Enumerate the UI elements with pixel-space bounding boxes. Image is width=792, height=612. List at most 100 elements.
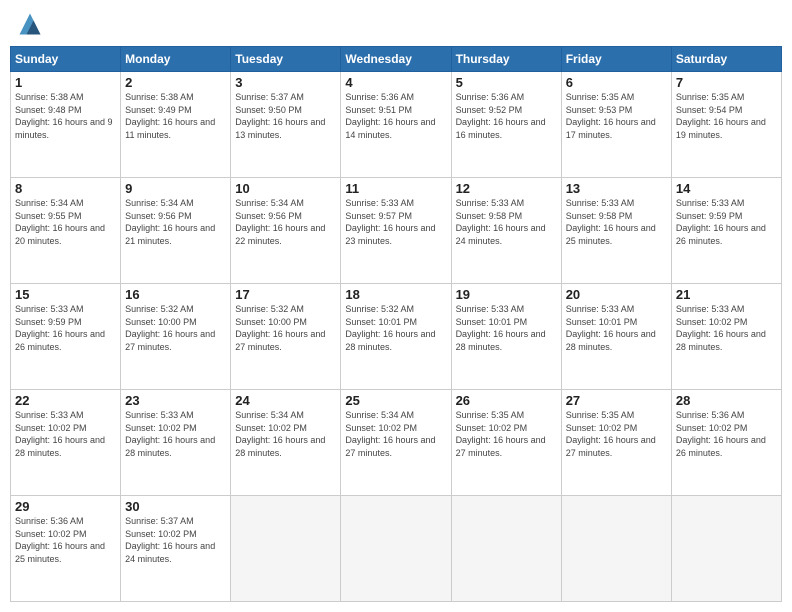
day-info: Sunrise: 5:32 AMSunset: 10:01 PMDaylight…	[345, 303, 446, 353]
calendar-cell: 20Sunrise: 5:33 AMSunset: 10:01 PMDaylig…	[561, 284, 671, 390]
calendar-cell	[231, 496, 341, 602]
day-number: 4	[345, 75, 446, 90]
day-info: Sunrise: 5:34 AMSunset: 9:56 PMDaylight:…	[235, 197, 336, 247]
calendar-cell: 8Sunrise: 5:34 AMSunset: 9:55 PMDaylight…	[11, 178, 121, 284]
day-number: 16	[125, 287, 226, 302]
col-header-friday: Friday	[561, 47, 671, 72]
col-header-monday: Monday	[121, 47, 231, 72]
day-number: 20	[566, 287, 667, 302]
day-number: 14	[676, 181, 777, 196]
day-number: 3	[235, 75, 336, 90]
day-info: Sunrise: 5:34 AMSunset: 10:02 PMDaylight…	[235, 409, 336, 459]
day-info: Sunrise: 5:35 AMSunset: 10:02 PMDaylight…	[566, 409, 667, 459]
day-info: Sunrise: 5:33 AMSunset: 10:01 PMDaylight…	[566, 303, 667, 353]
day-info: Sunrise: 5:36 AMSunset: 9:52 PMDaylight:…	[456, 91, 557, 141]
col-header-tuesday: Tuesday	[231, 47, 341, 72]
day-number: 9	[125, 181, 226, 196]
day-info: Sunrise: 5:33 AMSunset: 10:02 PMDaylight…	[676, 303, 777, 353]
calendar-week-1: 1Sunrise: 5:38 AMSunset: 9:48 PMDaylight…	[11, 72, 782, 178]
calendar-cell: 9Sunrise: 5:34 AMSunset: 9:56 PMDaylight…	[121, 178, 231, 284]
day-number: 22	[15, 393, 116, 408]
calendar-cell: 27Sunrise: 5:35 AMSunset: 10:02 PMDaylig…	[561, 390, 671, 496]
day-number: 23	[125, 393, 226, 408]
calendar-cell: 25Sunrise: 5:34 AMSunset: 10:02 PMDaylig…	[341, 390, 451, 496]
day-info: Sunrise: 5:36 AMSunset: 10:02 PMDaylight…	[15, 515, 116, 565]
day-info: Sunrise: 5:36 AMSunset: 10:02 PMDaylight…	[676, 409, 777, 459]
calendar-cell	[561, 496, 671, 602]
col-header-thursday: Thursday	[451, 47, 561, 72]
day-info: Sunrise: 5:36 AMSunset: 9:51 PMDaylight:…	[345, 91, 446, 141]
day-number: 1	[15, 75, 116, 90]
day-number: 7	[676, 75, 777, 90]
col-header-saturday: Saturday	[671, 47, 781, 72]
calendar-week-3: 15Sunrise: 5:33 AMSunset: 9:59 PMDayligh…	[11, 284, 782, 390]
calendar-body: 1Sunrise: 5:38 AMSunset: 9:48 PMDaylight…	[11, 72, 782, 602]
calendar-cell: 14Sunrise: 5:33 AMSunset: 9:59 PMDayligh…	[671, 178, 781, 284]
calendar-cell: 29Sunrise: 5:36 AMSunset: 10:02 PMDaylig…	[11, 496, 121, 602]
day-number: 17	[235, 287, 336, 302]
day-info: Sunrise: 5:34 AMSunset: 10:02 PMDaylight…	[345, 409, 446, 459]
calendar-cell: 23Sunrise: 5:33 AMSunset: 10:02 PMDaylig…	[121, 390, 231, 496]
calendar-cell: 17Sunrise: 5:32 AMSunset: 10:00 PMDaylig…	[231, 284, 341, 390]
day-number: 12	[456, 181, 557, 196]
calendar-cell	[671, 496, 781, 602]
calendar-week-2: 8Sunrise: 5:34 AMSunset: 9:55 PMDaylight…	[11, 178, 782, 284]
day-number: 30	[125, 499, 226, 514]
logo-icon	[14, 10, 46, 38]
day-info: Sunrise: 5:33 AMSunset: 9:57 PMDaylight:…	[345, 197, 446, 247]
calendar-cell: 26Sunrise: 5:35 AMSunset: 10:02 PMDaylig…	[451, 390, 561, 496]
col-header-wednesday: Wednesday	[341, 47, 451, 72]
day-info: Sunrise: 5:33 AMSunset: 9:58 PMDaylight:…	[566, 197, 667, 247]
calendar-table: SundayMondayTuesdayWednesdayThursdayFrid…	[10, 46, 782, 602]
calendar-cell: 5Sunrise: 5:36 AMSunset: 9:52 PMDaylight…	[451, 72, 561, 178]
calendar-cell: 6Sunrise: 5:35 AMSunset: 9:53 PMDaylight…	[561, 72, 671, 178]
day-number: 6	[566, 75, 667, 90]
day-number: 28	[676, 393, 777, 408]
calendar-cell: 1Sunrise: 5:38 AMSunset: 9:48 PMDaylight…	[11, 72, 121, 178]
day-info: Sunrise: 5:34 AMSunset: 9:56 PMDaylight:…	[125, 197, 226, 247]
logo	[14, 10, 50, 38]
calendar-cell: 2Sunrise: 5:38 AMSunset: 9:49 PMDaylight…	[121, 72, 231, 178]
day-info: Sunrise: 5:38 AMSunset: 9:49 PMDaylight:…	[125, 91, 226, 141]
calendar-cell: 16Sunrise: 5:32 AMSunset: 10:00 PMDaylig…	[121, 284, 231, 390]
day-info: Sunrise: 5:33 AMSunset: 9:59 PMDaylight:…	[15, 303, 116, 353]
calendar-cell: 3Sunrise: 5:37 AMSunset: 9:50 PMDaylight…	[231, 72, 341, 178]
calendar-cell: 12Sunrise: 5:33 AMSunset: 9:58 PMDayligh…	[451, 178, 561, 284]
day-number: 11	[345, 181, 446, 196]
calendar-cell: 24Sunrise: 5:34 AMSunset: 10:02 PMDaylig…	[231, 390, 341, 496]
day-number: 8	[15, 181, 116, 196]
calendar-cell	[451, 496, 561, 602]
calendar-cell: 15Sunrise: 5:33 AMSunset: 9:59 PMDayligh…	[11, 284, 121, 390]
calendar-cell: 11Sunrise: 5:33 AMSunset: 9:57 PMDayligh…	[341, 178, 451, 284]
day-number: 15	[15, 287, 116, 302]
day-info: Sunrise: 5:32 AMSunset: 10:00 PMDaylight…	[235, 303, 336, 353]
calendar-cell: 7Sunrise: 5:35 AMSunset: 9:54 PMDaylight…	[671, 72, 781, 178]
calendar-cell: 30Sunrise: 5:37 AMSunset: 10:02 PMDaylig…	[121, 496, 231, 602]
day-number: 5	[456, 75, 557, 90]
calendar-cell: 21Sunrise: 5:33 AMSunset: 10:02 PMDaylig…	[671, 284, 781, 390]
day-number: 2	[125, 75, 226, 90]
header	[10, 10, 782, 38]
calendar-cell: 22Sunrise: 5:33 AMSunset: 10:02 PMDaylig…	[11, 390, 121, 496]
day-number: 29	[15, 499, 116, 514]
calendar-cell: 18Sunrise: 5:32 AMSunset: 10:01 PMDaylig…	[341, 284, 451, 390]
day-number: 18	[345, 287, 446, 302]
day-number: 24	[235, 393, 336, 408]
day-info: Sunrise: 5:37 AMSunset: 9:50 PMDaylight:…	[235, 91, 336, 141]
day-info: Sunrise: 5:33 AMSunset: 9:59 PMDaylight:…	[676, 197, 777, 247]
day-info: Sunrise: 5:35 AMSunset: 9:54 PMDaylight:…	[676, 91, 777, 141]
col-header-sunday: Sunday	[11, 47, 121, 72]
calendar-cell: 13Sunrise: 5:33 AMSunset: 9:58 PMDayligh…	[561, 178, 671, 284]
day-number: 10	[235, 181, 336, 196]
calendar-week-4: 22Sunrise: 5:33 AMSunset: 10:02 PMDaylig…	[11, 390, 782, 496]
day-number: 25	[345, 393, 446, 408]
day-info: Sunrise: 5:32 AMSunset: 10:00 PMDaylight…	[125, 303, 226, 353]
day-number: 13	[566, 181, 667, 196]
day-info: Sunrise: 5:37 AMSunset: 10:02 PMDaylight…	[125, 515, 226, 565]
day-info: Sunrise: 5:33 AMSunset: 9:58 PMDaylight:…	[456, 197, 557, 247]
day-info: Sunrise: 5:33 AMSunset: 10:02 PMDaylight…	[15, 409, 116, 459]
day-number: 26	[456, 393, 557, 408]
calendar-cell: 4Sunrise: 5:36 AMSunset: 9:51 PMDaylight…	[341, 72, 451, 178]
day-info: Sunrise: 5:35 AMSunset: 10:02 PMDaylight…	[456, 409, 557, 459]
calendar-cell: 19Sunrise: 5:33 AMSunset: 10:01 PMDaylig…	[451, 284, 561, 390]
